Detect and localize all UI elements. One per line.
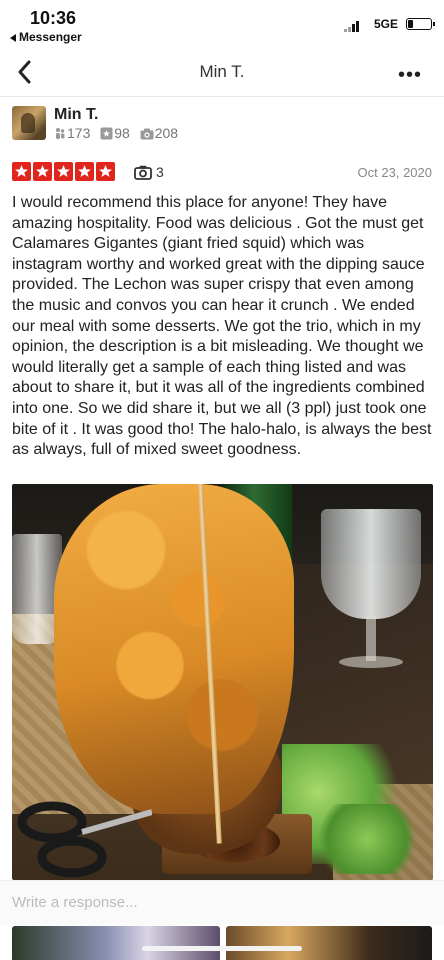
friends-count: 173 [67, 125, 91, 141]
photo-thumbnail[interactable] [12, 926, 220, 960]
review-date: Oct 23, 2020 [357, 165, 432, 180]
review-photo[interactable] [12, 484, 433, 880]
back-app-label: Messenger [19, 30, 82, 44]
status-bar: 10:36 Messenger 5GE [0, 0, 444, 48]
star-icon [54, 162, 73, 181]
status-time: 10:36 [30, 8, 77, 28]
more-photos-strip [0, 924, 444, 960]
camera-icon [134, 165, 152, 180]
star-icon [12, 162, 31, 181]
response-input[interactable]: Write a response... [12, 894, 138, 911]
friends-icon [56, 128, 65, 139]
back-to-messenger-link[interactable]: Messenger [10, 30, 82, 44]
reviews-stat: 98 [100, 125, 133, 141]
star-icon [33, 162, 52, 181]
rating-row: 3 Oct 23, 2020 [12, 162, 432, 184]
review-text: I would recommend this place for anyone!… [12, 194, 432, 459]
photos-count: 208 [154, 125, 179, 141]
review-photos-link[interactable]: 3 [134, 164, 164, 180]
reviewer-name[interactable]: Min T. [54, 106, 98, 124]
star-icon [96, 162, 115, 181]
avatar[interactable] [12, 106, 46, 140]
review-photo-count: 3 [156, 164, 164, 180]
photo-thumbnail[interactable] [226, 926, 432, 960]
battery-icon [406, 18, 435, 30]
response-bar[interactable]: Write a response... [0, 880, 444, 925]
back-triangle-icon [10, 33, 16, 42]
reviewer-header[interactable]: Min T. 173 98 208 [12, 106, 432, 146]
signal-icon [344, 20, 366, 32]
reviews-count: 98 [114, 125, 130, 141]
friends-stat: 173 [54, 125, 94, 141]
more-options-button[interactable]: ••• [398, 64, 422, 87]
reviewer-stats: 173 98 208 [54, 125, 184, 141]
camera-icon [140, 128, 154, 140]
network-label: 5GE [373, 17, 398, 31]
review-star-box-icon [100, 127, 113, 140]
nav-bar: Min T. ••• [0, 48, 444, 97]
photos-stat: 208 [140, 125, 178, 141]
page-title: Min T. [199, 62, 245, 81]
review-screen: 10:36 Messenger 5GE Min T. ••• Min T. 17… [0, 0, 444, 960]
home-indicator[interactable] [142, 946, 302, 951]
star-rating [12, 162, 117, 186]
star-icon [75, 162, 94, 181]
